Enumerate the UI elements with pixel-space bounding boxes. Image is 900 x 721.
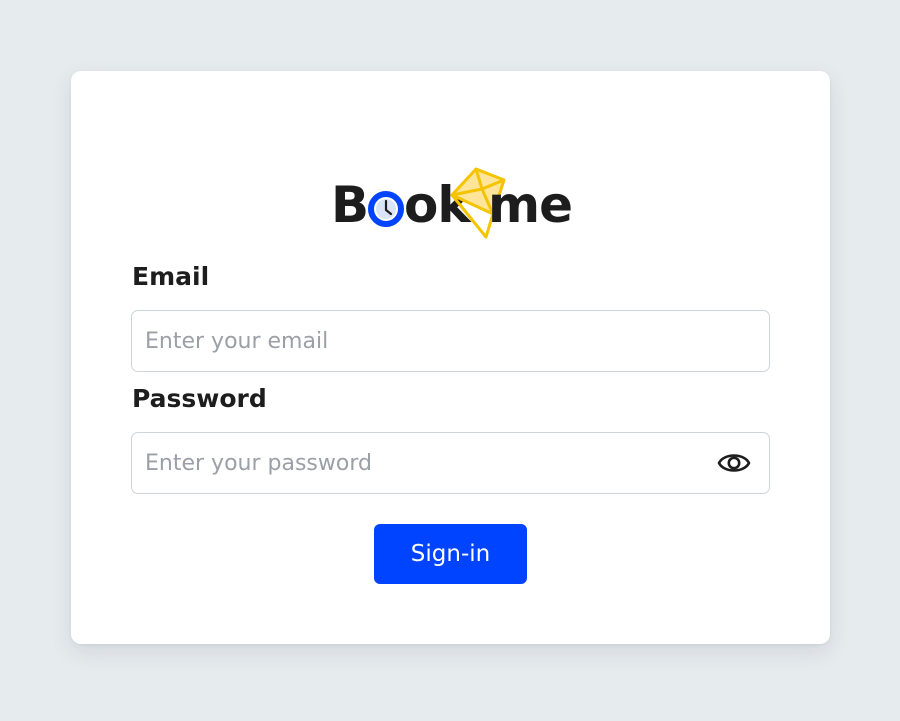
password-input[interactable]	[145, 433, 705, 493]
sign-in-button[interactable]: Sign-in	[374, 524, 527, 584]
login-card: B ok me Email Password Sign-in	[71, 71, 830, 644]
email-label: Email	[132, 262, 210, 291]
email-field-container	[131, 310, 770, 372]
password-field-container	[131, 432, 770, 494]
password-label: Password	[132, 384, 267, 413]
clock-icon	[368, 191, 404, 227]
brand-logo: B ok me	[331, 167, 591, 243]
eye-icon[interactable]	[717, 448, 751, 478]
logo-letters-me: me	[488, 176, 573, 234]
logo-letter-b: B	[331, 176, 369, 234]
email-input[interactable]	[145, 311, 755, 371]
